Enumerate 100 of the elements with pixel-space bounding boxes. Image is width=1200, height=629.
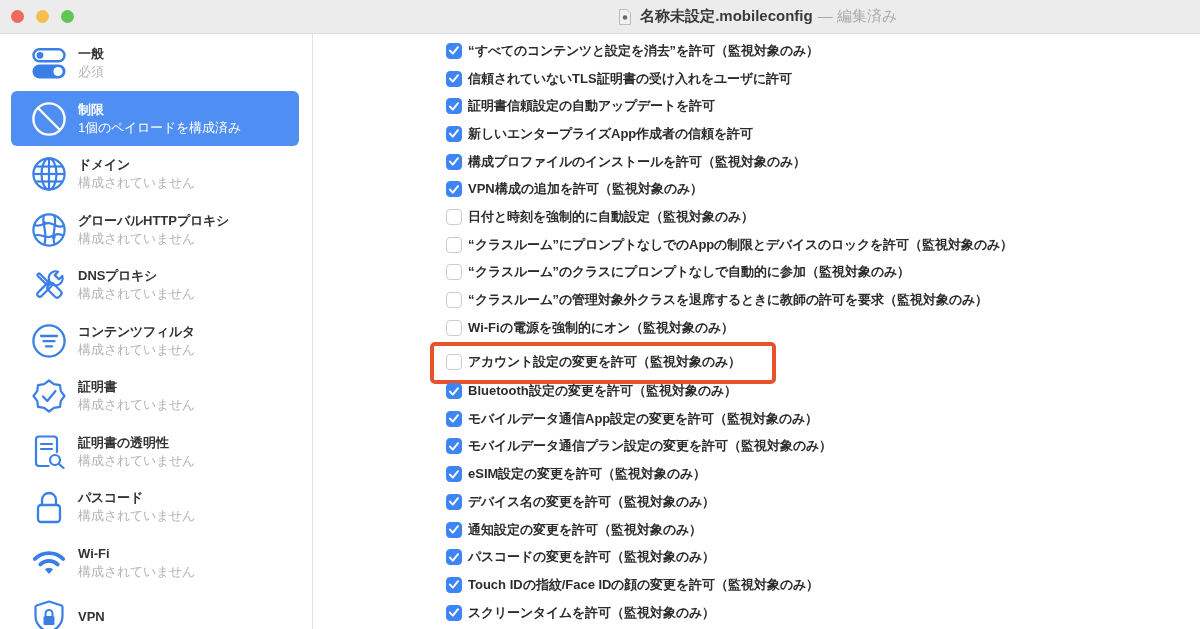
checkmark-icon: [449, 525, 459, 535]
checkbox[interactable]: [446, 549, 462, 566]
item-subtitle: 構成されていません: [78, 174, 195, 192]
item-title: VPN: [78, 608, 105, 626]
item-title: パスコード: [78, 489, 144, 507]
checkmark-icon: [449, 101, 459, 111]
item-title: 一般: [78, 45, 104, 63]
checkmark-icon: [449, 608, 459, 618]
sidebar-item[interactable]: ドメイン 構成されていません: [11, 146, 299, 202]
option-label: Wi-Fiの電源を強制的にオン（監視対象のみ）: [468, 318, 734, 337]
sidebar-item[interactable]: VPN: [11, 590, 299, 629]
checkbox[interactable]: [446, 292, 462, 309]
checkmark-icon: [449, 552, 459, 562]
badge-check-icon: [32, 379, 66, 413]
checkbox[interactable]: [446, 98, 462, 115]
checkmark-icon: [449, 580, 459, 590]
option-label: 日付と時刻を強制的に自動設定（監視対象のみ）: [468, 207, 754, 226]
checkbox[interactable]: [446, 410, 462, 427]
checkbox[interactable]: [446, 208, 462, 225]
checkbox[interactable]: [446, 236, 462, 253]
option-label: eSIM設定の変更を許可（監視対象のみ）: [468, 465, 707, 484]
checkbox[interactable]: [446, 264, 462, 281]
item-title: 証明書の透明性: [78, 433, 170, 452]
checkbox[interactable]: [446, 521, 462, 538]
document-search-icon: [32, 434, 66, 469]
checkbox[interactable]: [446, 70, 462, 87]
item-title: Wi-Fi: [78, 544, 111, 563]
option-label: パスコードの変更を許可（監視対象のみ）: [468, 548, 715, 567]
option-label: 構成プロファイルのインストールを許可（監視対象のみ）: [468, 152, 806, 171]
option-label: モバイルデータ通信App設定の変更を許可（監視対象のみ）: [468, 409, 819, 428]
option-label: “クラスルーム”の管理対象外クラスを退席するときに教師の許可を要求（監視対象のみ）: [468, 291, 988, 310]
checkbox[interactable]: [446, 125, 462, 142]
checkmark-icon: [449, 414, 459, 424]
checkbox[interactable]: [446, 576, 462, 593]
item-subtitle: 構成されていません: [78, 229, 196, 248]
sidebar-item[interactable]: DNSプロキシ 構成されていません: [11, 257, 299, 313]
sidebar-item[interactable]: 証明書の透明性 構成されていません: [11, 423, 299, 479]
item-subtitle: 構成されていません: [78, 507, 195, 525]
sidebar-item[interactable]: パスコード 構成されていません: [11, 479, 299, 535]
option-label: 証明書信頼設定の自動アップデートを許可: [468, 97, 715, 116]
checkbox[interactable]: [446, 604, 462, 621]
wifi-icon: [32, 549, 66, 576]
sidebar-item[interactable]: コンテンツフィルタ 構成されていません: [11, 312, 299, 368]
checkmark-icon: [449, 386, 459, 396]
checkbox[interactable]: [446, 466, 462, 483]
checkmark-icon: [449, 46, 459, 56]
sidebar-item[interactable]: 証明書 構成されていません: [11, 368, 299, 424]
item-title: 制限: [78, 100, 105, 119]
item-title: DNSプロキシ: [78, 267, 159, 285]
option-label: “すべてのコンテンツと設定を消去”を許可（監視対象のみ）: [468, 41, 819, 60]
edit-status: — 編集済み: [817, 7, 897, 26]
item-title: コンテンツフィルタ: [78, 322, 195, 341]
option-label: “クラスルーム”のクラスにプロンプトなしで自動的に参加（監視対象のみ）: [468, 263, 910, 282]
sidebar-item[interactable]: グローバルHTTPプロキシ 構成されていません: [11, 201, 299, 257]
checkmark-icon: [449, 129, 459, 139]
option-label: 通知設定の変更を許可（監視対象のみ）: [468, 520, 702, 539]
checkmark-icon: [449, 497, 459, 507]
option-label: VPN構成の追加を許可（監視対象のみ）: [468, 180, 703, 199]
item-title: 証明書: [78, 378, 118, 396]
checkbox[interactable]: [446, 493, 462, 510]
item-subtitle: 構成されていません: [78, 451, 195, 470]
globe-icon: [32, 157, 66, 191]
item-title: ドメイン: [78, 156, 131, 174]
prohibited-icon: [32, 101, 66, 136]
item-subtitle: 必須: [78, 63, 104, 81]
option-label: 新しいエンタープライズApp作成者の信頼を許可: [468, 124, 754, 143]
option-label: Touch IDの指紋/Face IDの顔の変更を許可（監視対象のみ）: [468, 575, 820, 594]
checkmark-icon: [449, 441, 459, 451]
window-close-button[interactable]: [11, 10, 24, 23]
option-label: “クラスルーム”にプロンプトなしでのAppの制限とデバイスのロックを許可（監視対象のみ）: [468, 235, 1014, 254]
item-title: グローバルHTTPプロキシ: [78, 211, 229, 230]
item-subtitle: 構成されていません: [78, 340, 195, 359]
checkmark-icon: [449, 184, 459, 194]
checkbox[interactable]: [446, 153, 462, 170]
option-label: Bluetooth設定の変更を許可（監視対象のみ）: [468, 382, 737, 401]
shield-lock-icon: [32, 600, 66, 629]
checkbox[interactable]: [446, 438, 462, 455]
item-subtitle: 1個のペイロードを構成済み: [78, 118, 242, 137]
checkbox[interactable]: [446, 181, 462, 198]
option-label: アカウント設定の変更を許可（監視対象のみ）: [468, 353, 741, 372]
sidebar-item[interactable]: Wi-Fi 構成されていません: [11, 534, 299, 590]
item-subtitle: 構成されていません: [78, 562, 195, 581]
checkmark-icon: [449, 157, 459, 167]
option-label: スクリーンタイムを許可（監視対象のみ）: [468, 603, 715, 622]
window-zoom-button[interactable]: [61, 10, 74, 23]
option-label: 信頼されていないTLS証明書の受け入れをユーザに許可: [468, 69, 792, 88]
item-subtitle: 構成されていません: [78, 396, 195, 414]
document-icon: [619, 8, 632, 25]
checkbox[interactable]: [446, 319, 462, 336]
network-globe-icon: [32, 212, 66, 247]
checkmark-icon: [449, 74, 459, 84]
checkbox[interactable]: [446, 383, 462, 400]
option-label: デバイス名の変更を許可（監視対象のみ）: [468, 492, 715, 511]
filter-icon: [32, 323, 66, 358]
checkbox[interactable]: [446, 354, 462, 371]
checkbox[interactable]: [446, 42, 462, 59]
window-title: 名称未設定.mobileconfig: [640, 7, 813, 26]
checkmark-icon: [449, 469, 459, 479]
sidebar-item[interactable]: 一般 必須: [11, 35, 299, 91]
item-subtitle: 構成されていません: [78, 285, 195, 303]
